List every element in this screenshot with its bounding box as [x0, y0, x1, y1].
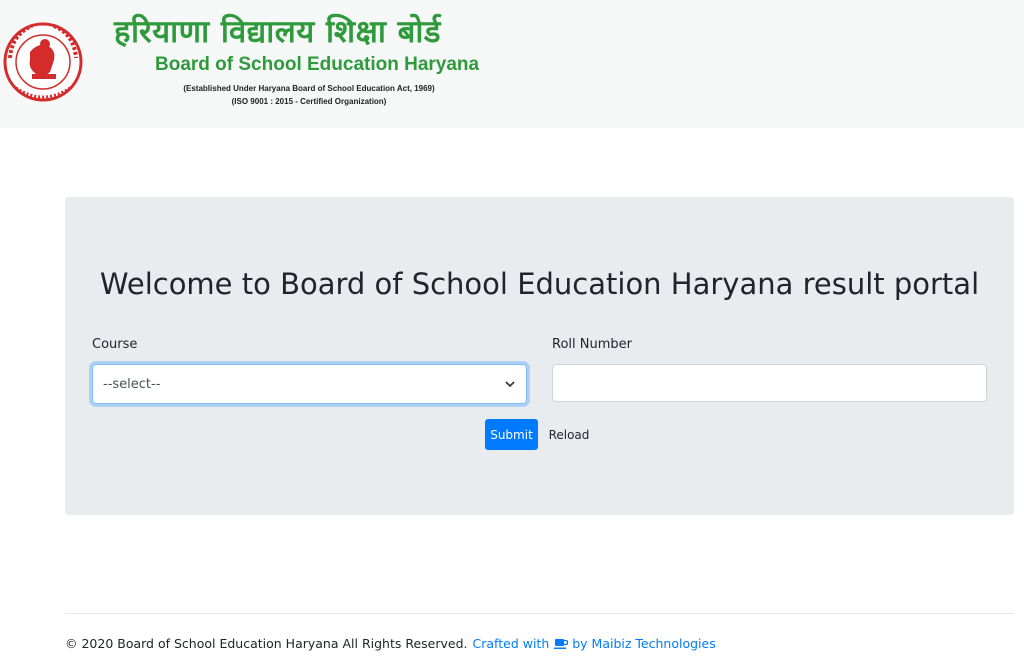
- page: हरियाणा विद्यालय शिक्षा बोर्ड Board of S…: [0, 0, 1024, 662]
- maibiz-link[interactable]: by Maibiz Technologies: [572, 636, 715, 651]
- english-title: Board of School Education Haryana: [155, 54, 480, 75]
- copyright-text: © 2020 Board of School Education Haryana…: [65, 636, 468, 651]
- roll-number-label: Roll Number: [552, 337, 632, 352]
- crafted-with-text[interactable]: Crafted with: [473, 636, 550, 651]
- hindi-title: हरियाणा विद्यालय शिक्षा बोर्ड: [114, 14, 441, 50]
- footer-divider: [65, 613, 1014, 614]
- course-label: Course: [92, 337, 138, 352]
- established-line: (Established Under Haryana Board of Scho…: [183, 84, 435, 93]
- site-header: हरियाणा विद्यालय शिक्षा बोर्ड Board of S…: [0, 0, 1024, 128]
- coffee-icon: [554, 637, 569, 650]
- course-select[interactable]: --select--: [92, 364, 527, 404]
- site-footer: © 2020 Board of School Education Haryana…: [65, 636, 965, 651]
- reload-button[interactable]: Reload: [546, 419, 592, 450]
- roll-number-input[interactable]: [552, 364, 987, 402]
- iso-line: (ISO 9001 : 2015 - Certified Organizatio…: [231, 97, 387, 106]
- page-title: Welcome to Board of School Education Har…: [99, 267, 980, 301]
- emblem-icon: [2, 14, 84, 114]
- result-form-panel: Welcome to Board of School Education Har…: [65, 197, 1014, 515]
- submit-button[interactable]: Submit: [485, 419, 538, 450]
- course-selected-value: --select--: [103, 376, 161, 392]
- chevron-down-icon: [504, 378, 516, 390]
